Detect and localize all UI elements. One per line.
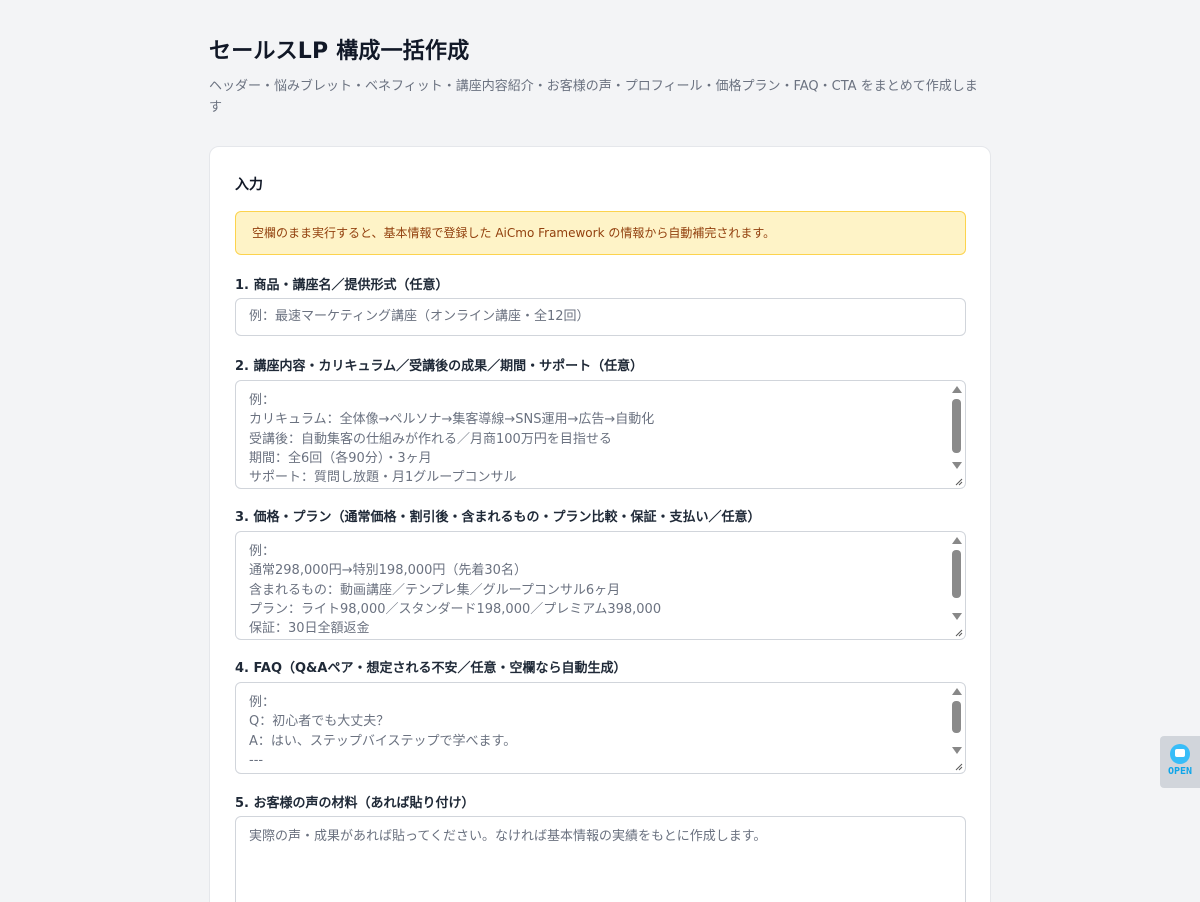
price-plan-label: 3. 価格・プラン（通常価格・割引後・含まれるもの・プラン比較・保証・支払い／任…	[235, 510, 761, 525]
section-title: 入力	[235, 177, 263, 193]
faq-placeholder: 例： Q：初心者でも大丈夫？ A：はい、ステップバイステップで学べます。 ---	[249, 695, 517, 768]
faq-textarea[interactable]: 例： Q：初心者でも大丈夫？ A：はい、ステップバイステップで学べます。 ---	[235, 682, 966, 774]
testimonials-placeholder: 実際の声・成果があれば貼ってください。なければ基本情報の実績をもとに作成します。	[249, 829, 767, 844]
input-card: 入力 空欄のまま実行すると、基本情報で登録した AiCmo Framework …	[209, 146, 991, 902]
testimonials-textarea[interactable]: 実際の声・成果があれば貼ってください。なければ基本情報の実績をもとに作成します。	[235, 816, 966, 902]
course-content-label: 2. 講座内容・カリキュラム／受講後の成果／期間・サポート（任意）	[235, 359, 644, 374]
resize-grip-icon[interactable]	[950, 626, 964, 638]
resize-grip-icon[interactable]	[950, 760, 964, 772]
price-plan-placeholder: 例： 通常298,000円→特別198,000円（先着30名） 含まれるもの：動…	[249, 544, 662, 637]
scroll-down-icon[interactable]	[952, 613, 962, 620]
page-header: セールスLP 構成一括作成 ヘッダー・悩みブレット・ベネフィット・講座内容紹介・…	[209, 36, 989, 118]
page-subtitle: ヘッダー・悩みブレット・ベネフィット・講座内容紹介・お客様の声・プロフィール・価…	[209, 79, 978, 115]
course-content-textarea[interactable]: 例： カリキュラム：全体像→ペルソナ→集客導線→SNS運用→広告→自動化 受講後…	[235, 380, 966, 489]
scroll-down-icon[interactable]	[952, 747, 962, 754]
page: セールスLP 構成一括作成 ヘッダー・悩みブレット・ベネフィット・講座内容紹介・…	[0, 0, 1200, 902]
open-label: OPEN	[1167, 766, 1193, 777]
scroll-thumb[interactable]	[952, 550, 961, 598]
product-name-label: 1. 商品・講座名／提供形式（任意）	[235, 278, 449, 293]
scroll-thumb[interactable]	[952, 701, 961, 733]
resize-grip-icon[interactable]	[950, 475, 964, 487]
scrollbar[interactable]	[949, 533, 964, 638]
scroll-up-icon[interactable]	[952, 386, 962, 393]
open-widget-button[interactable]: OPEN	[1160, 736, 1200, 788]
scroll-down-icon[interactable]	[952, 462, 962, 469]
scroll-up-icon[interactable]	[952, 688, 962, 695]
product-name-input[interactable]: 例：最速マーケティング講座（オンライン講座・全12回）	[235, 298, 966, 336]
scrollbar[interactable]	[949, 382, 964, 487]
page-title: セールスLP 構成一括作成	[209, 39, 470, 64]
scroll-up-icon[interactable]	[952, 537, 962, 544]
course-content-placeholder: 例： カリキュラム：全体像→ペルソナ→集客導線→SNS運用→広告→自動化 受講後…	[249, 393, 655, 486]
scroll-thumb[interactable]	[952, 399, 961, 453]
testimonials-label: 5. お客様の声の材料（あれば貼り付け）	[235, 796, 475, 811]
scrollbar[interactable]	[949, 684, 964, 772]
faq-label: 4. FAQ（Q&Aペア・想定される不安／任意・空欄なら自動生成）	[235, 661, 627, 676]
price-plan-textarea[interactable]: 例： 通常298,000円→特別198,000円（先着30名） 含まれるもの：動…	[235, 531, 966, 640]
autofill-notice: 空欄のまま実行すると、基本情報で登録した AiCmo Framework の情報…	[235, 211, 966, 255]
chat-icon	[1170, 744, 1190, 764]
